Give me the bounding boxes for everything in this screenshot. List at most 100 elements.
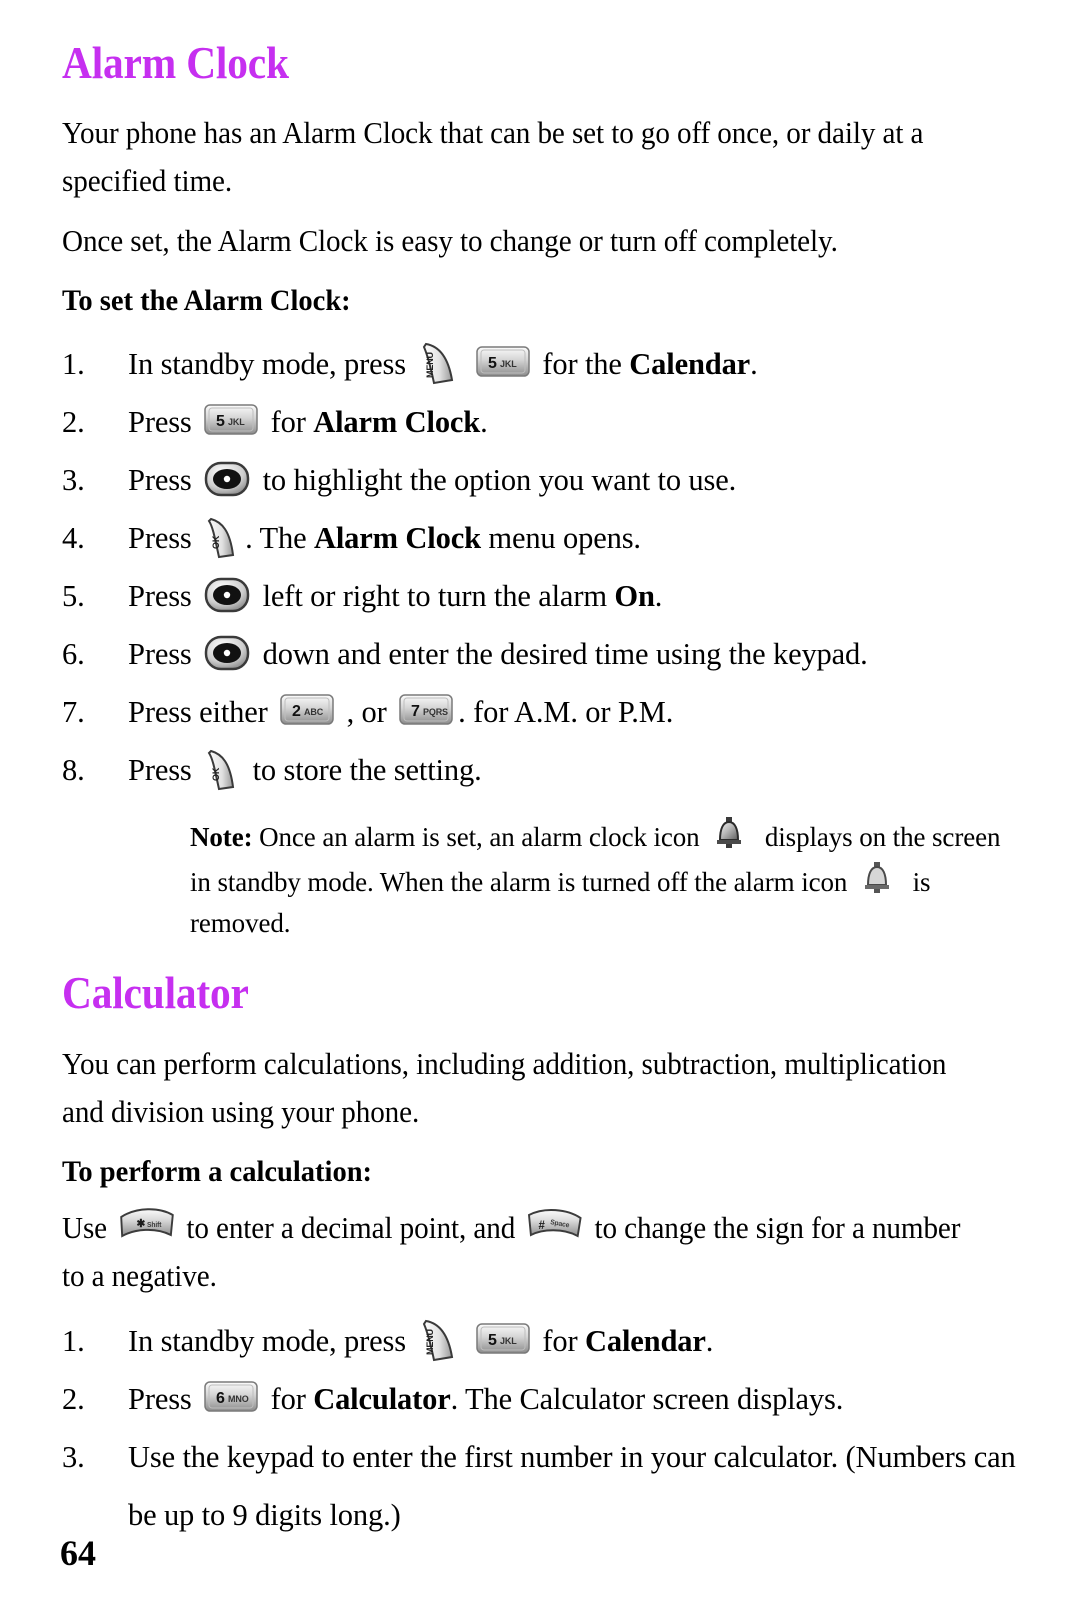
step-text-run: . The [245,521,314,556]
svg-text:Shift: Shift [147,1221,162,1228]
step-emphasis: Calculator [313,1381,451,1416]
step-text-run [463,1324,470,1358]
svg-text:OK: OK [211,535,221,549]
svg-text:#: # [539,1218,546,1231]
key-7-icon: 7 PQRS [397,690,455,730]
step-text-run: Press [128,1381,200,1416]
step-text-run: . [750,347,758,382]
step-text-run: . [654,579,663,614]
step-text-run: left or right to turn the alarm [255,579,615,614]
step-text-run: Press [128,405,200,440]
svg-text:JKL: JKL [500,1336,517,1346]
calculator-intro-paragraph: You can perform calculations, including … [62,1046,947,1129]
step-text-run: Press [128,637,200,672]
calculator-step: 1. In standby mode, press MENU 5 JKL for C… [62,1312,1018,1370]
alarm-step-text: Press to highlight the option you want t… [128,451,1018,509]
step-text-run: . for A.M. or P.M. [458,695,674,730]
use-text-2: to enter a decimal point, and [179,1210,523,1245]
page-number: 64 [60,1533,96,1573]
step-text-run: Press either [128,695,276,730]
navigation-key-icon [202,459,252,499]
alarm-step-text: Press OK . The Alarm Clock menu opens. [128,509,1018,567]
alarm-intro-paragraph-2: Once set, the Alarm Clock is easy to cha… [62,224,838,259]
note-text-1: Once an alarm is set, an alarm clock ico… [252,822,707,853]
alarm-step-number: 6. [62,637,85,672]
step-text-run: for [263,1381,314,1416]
step-text-run: menu opens. [480,521,641,556]
use-text-1: Use [62,1210,115,1245]
alarm-step-text: Press OK to store the setting. [128,741,1018,799]
alarm-bell-off-icon [857,858,897,898]
alarm-step: 3. Press to highlight the option you want… [62,451,1018,509]
calculator-step-number: 3. [62,1439,85,1474]
alarm-step: 6. Press down and enter the desired time … [62,625,1018,683]
alarm-step-text: Press down and enter the desired time us… [128,625,1018,683]
step-text-run: . [705,1323,714,1358]
alarm-bell-on-icon [709,813,749,853]
alarm-step-number: 2. [62,405,85,440]
calculator-step-text: Press 6 MNO for Calculator. The Calculato… [128,1370,1018,1428]
step-text-run: . [480,405,488,440]
note-label: Note: [190,822,253,853]
step-text-run [463,347,470,381]
svg-text:ABC: ABC [304,707,324,717]
alarm-clock-steps-list: 1. In standby mode, press MENU 5 JKL for t… [62,335,1018,799]
step-text-run: . The Calculator screen displays. [450,1381,844,1416]
alarm-step: 2. Press 5 JKL for Alarm Clock. [62,393,1018,451]
alarm-step: 7. Press either 2 ABC , or 7 PQRS. for A.M.… [62,683,1018,741]
calculator-use-line: Use ✱ Shift to enter a decimal point, an… [62,1204,975,1300]
alarm-step-number: 7. [62,695,85,730]
step-emphasis: Calendar [629,347,751,382]
svg-text:OK: OK [211,767,221,781]
subheading-to-set-the-alarm-clock: To set the Alarm Clock: [62,284,351,318]
alarm-step-number: 8. [62,753,85,788]
svg-text:✱: ✱ [136,1217,145,1229]
svg-text:MENU: MENU [425,1329,435,1355]
svg-text:MNO: MNO [228,1394,249,1404]
alarm-step-number: 5. [62,579,85,614]
step-text-run: to store the setting. [245,753,482,788]
svg-text:2: 2 [292,703,301,720]
key-6-icon: 6 MNO [202,1377,260,1417]
ok-key-icon: OK [202,745,242,793]
step-text-run: for the [534,347,630,382]
svg-text:7: 7 [411,703,420,720]
alarm-step: 1. In standby mode, press MENU 5 JKL for t… [62,335,1018,393]
alarm-step-text: In standby mode, press MENU 5 JKL for the… [128,335,1018,393]
step-text-run: down and enter the desired time using th… [255,637,868,672]
calculator-steps-list: 1. In standby mode, press MENU 5 JKL for C… [62,1312,1018,1544]
svg-text:PQRS: PQRS [423,707,448,717]
alarm-step: 4. Press OK . The Alarm Clock menu opens. [62,509,1018,567]
svg-text:5: 5 [216,413,225,430]
page-title-alarm-clock: Alarm Clock [62,38,289,88]
manual-page: Alarm Clock Your phone has an Alarm Cloc… [0,0,1080,1622]
alarm-step-number: 1. [62,347,85,382]
alarm-step-text: Press 5 JKL for Alarm Clock. [128,393,1018,451]
calculator-step-number: 2. [62,1381,85,1416]
subheading-to-perform-a-calculation: To perform a calculation: [62,1154,373,1188]
step-emphasis: Calendar [584,1323,706,1358]
calculator-step: 3. Use the keypad to enter the first numb… [62,1428,1018,1544]
alarm-step: 5. Press left or right to turn the alarm … [62,567,1018,625]
step-emphasis: Alarm Clock [313,405,481,440]
step-text-run: Press [128,521,200,556]
step-text-run: to highlight the option you want to use. [255,463,737,498]
calculator-step-number: 1. [62,1323,85,1358]
key-5-icon: 5 JKL [474,1319,532,1359]
menu-key-icon: MENU [416,1317,460,1363]
alarm-step-text: Press either 2 ABC , or 7 PQRS. for A.M. o… [128,683,1018,741]
step-text-run: for [263,405,314,440]
alarm-step-text: Press left or right to turn the alarm On… [128,567,1018,625]
navigation-key-icon [202,633,252,673]
menu-key-icon: MENU [416,340,460,386]
svg-text:6: 6 [216,1390,225,1407]
step-text-run: , or [339,695,395,730]
svg-text:JKL: JKL [500,359,517,369]
step-text-run: for [534,1323,585,1358]
step-emphasis: On [614,579,655,614]
key-5-icon: 5 JKL [202,400,260,440]
star-key: ✱ Shift [117,1205,176,1245]
pound-space-key: # Space [525,1205,584,1245]
navigation-key-icon [202,575,252,615]
step-text-run: Press [128,463,200,498]
